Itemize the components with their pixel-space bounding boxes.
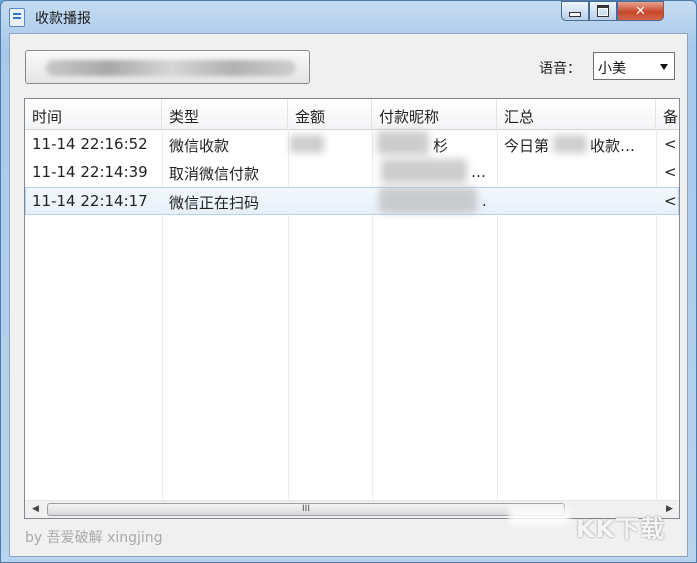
- redacted-amount: [290, 135, 324, 153]
- cell-time: 11-14 22:14:39: [32, 163, 148, 181]
- close-icon: ✕: [635, 3, 646, 19]
- account-name-button[interactable]: [25, 50, 310, 84]
- footer-credit: by 吾爱破解 xingjing: [25, 530, 163, 546]
- cell-nickname: …: [471, 163, 486, 181]
- column-header-type[interactable]: 类型: [162, 99, 288, 129]
- cell-type: 微信收款: [169, 137, 230, 155]
- column-header-summary[interactable]: 汇总: [497, 99, 656, 129]
- column-header-nickname[interactable]: 付款昵称: [372, 99, 497, 129]
- title-bar[interactable]: 收款播报 ✕: [1, 1, 696, 33]
- redacted-nickname: [379, 187, 477, 213]
- table-row[interactable]: 11-14 22:14:39 取消微信付款 … <: [25, 158, 679, 186]
- list-header: 时间 类型 金额 付款昵称 汇总 备: [25, 99, 679, 130]
- redacted-nickname: [377, 131, 429, 155]
- cell-remark: <: [664, 192, 677, 210]
- minimize-icon: [569, 12, 581, 17]
- watermark: KK下载: [576, 515, 666, 543]
- cell-summary-suffix: 收款…: [590, 137, 636, 155]
- cell-remark: <: [664, 163, 677, 181]
- maximize-icon: [597, 5, 609, 17]
- cell-remark: <: [664, 135, 677, 153]
- scrollbar-thumb[interactable]: III: [47, 503, 565, 516]
- column-header-amount[interactable]: 金额: [288, 99, 372, 129]
- watermark-smudge: [509, 507, 569, 525]
- minimize-button[interactable]: [561, 1, 589, 21]
- column-header-time[interactable]: 时间: [25, 99, 162, 129]
- cell-nickname: 杉: [433, 137, 449, 155]
- cell-type: 微信正在扫码: [169, 194, 260, 212]
- table-row-selected[interactable]: 11-14 22:14:17 微信正在扫码 . <: [25, 187, 679, 215]
- scroll-left-button[interactable]: ◀: [27, 501, 44, 518]
- scrollbar-grip-icon: III: [302, 504, 310, 514]
- cell-summary: 今日第: [504, 137, 550, 155]
- voice-select[interactable]: 小美: [593, 52, 675, 80]
- cell-type: 取消微信付款: [169, 165, 260, 183]
- cell-time: 11-14 22:16:52: [32, 135, 148, 153]
- app-icon: [9, 8, 25, 27]
- chevron-down-icon: [660, 64, 668, 70]
- cell-nickname: .: [482, 192, 487, 210]
- voice-label: 语音：: [539, 61, 581, 77]
- window-title: 收款播报: [35, 11, 91, 27]
- client-area: 语音： 小美 时间 类型 金额 付款昵称 汇总 备 11-14 22:16:52…: [9, 33, 688, 557]
- payment-list[interactable]: 时间 类型 金额 付款昵称 汇总 备 11-14 22:16:52 微信收款 杉…: [24, 98, 680, 519]
- app-window: 收款播报 ✕ 语音： 小美 时间 类型 金额 付款昵称 汇总 备 11-14 2…: [0, 0, 697, 563]
- close-button[interactable]: ✕: [617, 1, 664, 21]
- redacted-count: [553, 135, 587, 153]
- voice-selected-value: 小美: [598, 61, 626, 77]
- redacted-text: [46, 60, 296, 76]
- column-header-remark[interactable]: 备: [656, 99, 679, 129]
- cell-time: 11-14 22:14:17: [32, 192, 148, 210]
- maximize-button[interactable]: [589, 1, 617, 21]
- redacted-nickname: [381, 159, 467, 183]
